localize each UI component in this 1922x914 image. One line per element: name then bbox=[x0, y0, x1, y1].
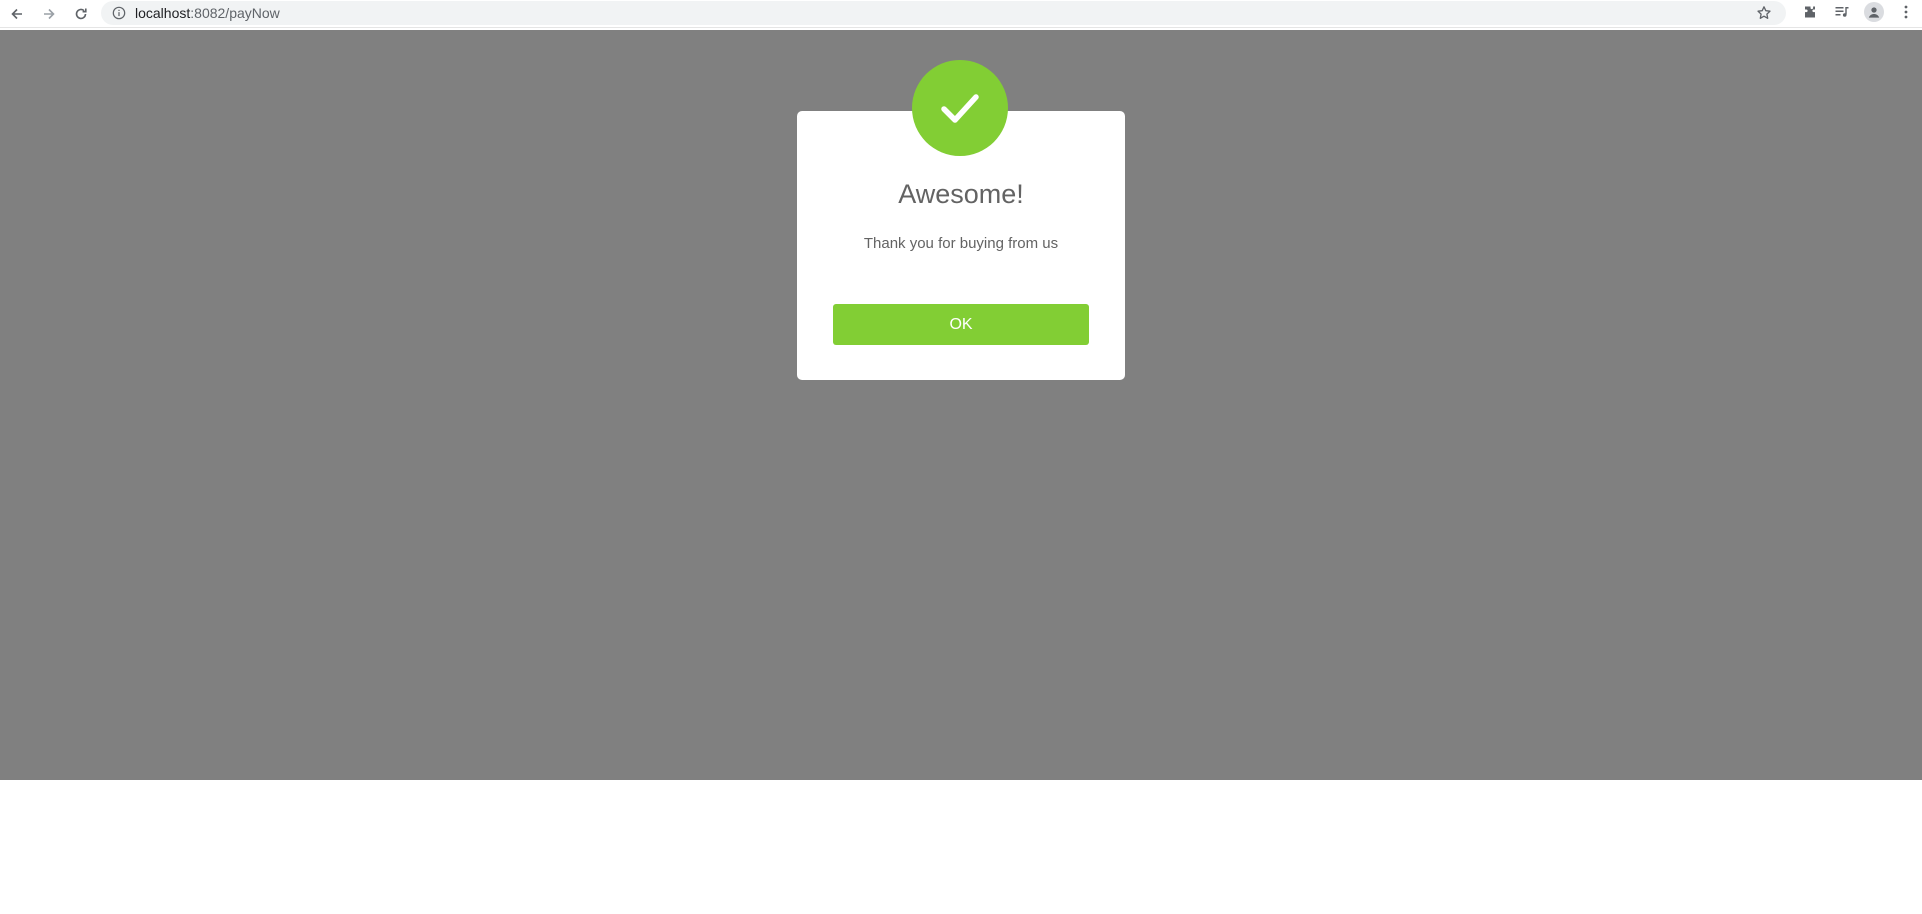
media-button[interactable] bbox=[1826, 0, 1858, 24]
extensions-button[interactable] bbox=[1794, 0, 1826, 24]
media-queue-icon bbox=[1835, 7, 1849, 17]
forward-button[interactable] bbox=[34, 2, 64, 26]
forward-arrow-icon bbox=[44, 8, 55, 19]
success-badge bbox=[912, 60, 1008, 156]
address-bar[interactable]: localhost:8082/payNow bbox=[101, 1, 1786, 25]
avatar-icon bbox=[1864, 2, 1884, 22]
back-button[interactable] bbox=[2, 2, 32, 26]
info-icon[interactable] bbox=[111, 5, 127, 21]
url-host: localhost bbox=[135, 5, 191, 21]
dialog-title: Awesome! bbox=[898, 179, 1024, 209]
dialog-message: Thank you for buying from us bbox=[863, 235, 1059, 252]
back-arrow-icon bbox=[11, 8, 22, 19]
page-background bbox=[0, 780, 1922, 914]
menu-button[interactable] bbox=[1890, 0, 1922, 24]
url-text[interactable]: localhost:8082/payNow bbox=[135, 5, 280, 21]
browser-toolbar: localhost:8082/payNow bbox=[0, 0, 1922, 28]
checkmark-icon bbox=[941, 94, 979, 123]
puzzle-icon bbox=[1805, 6, 1815, 18]
ok-button[interactable]: OK bbox=[833, 304, 1089, 345]
kebab-menu-icon bbox=[1904, 5, 1908, 19]
profile-button[interactable] bbox=[1858, 0, 1890, 24]
reload-button[interactable] bbox=[66, 2, 96, 26]
star-icon[interactable] bbox=[1756, 5, 1772, 21]
url-path: :8082/payNow bbox=[190, 5, 280, 21]
toolbar-right-icons bbox=[1794, 0, 1922, 24]
reload-icon bbox=[75, 8, 87, 19]
